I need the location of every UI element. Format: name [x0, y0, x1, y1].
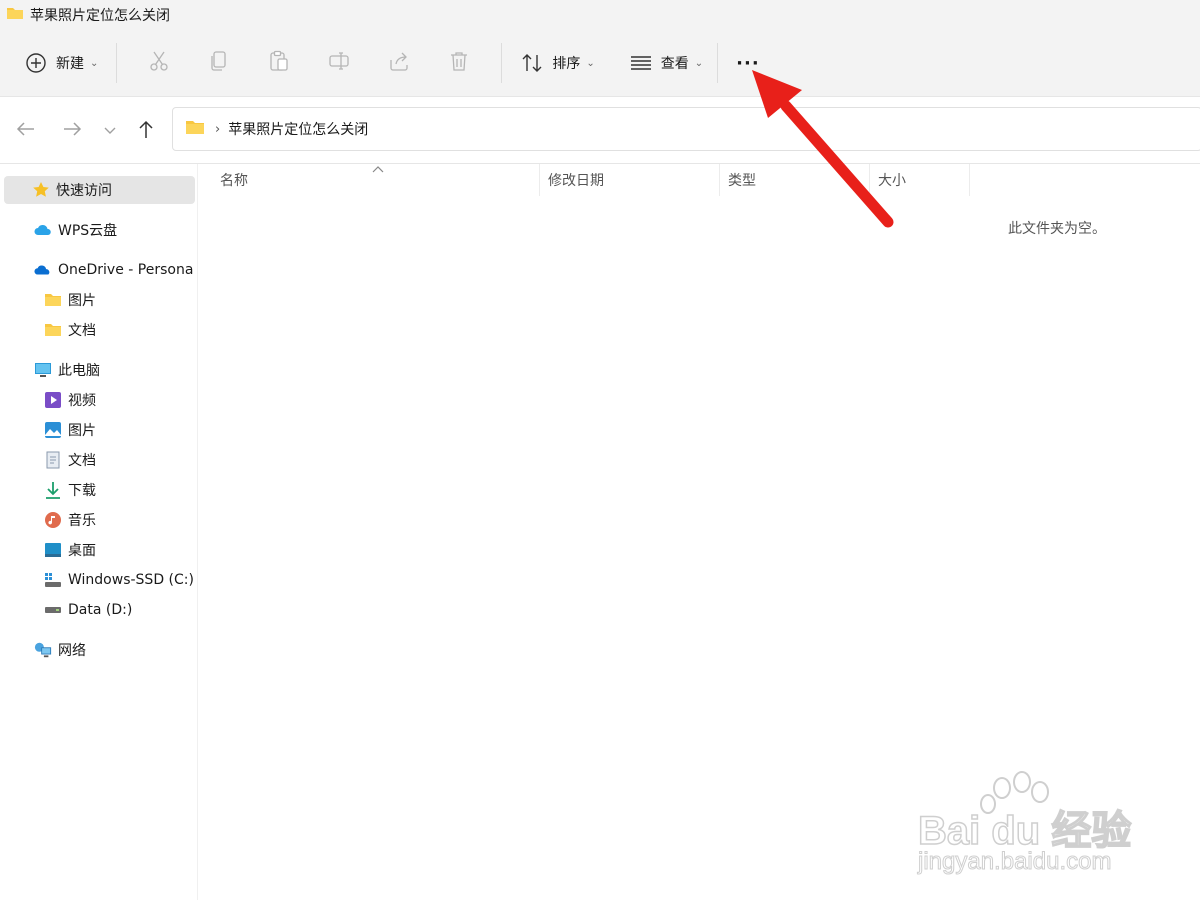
music-icon: [44, 511, 62, 529]
pictures-icon: [44, 421, 62, 439]
folder-icon: [44, 321, 62, 339]
sidebar-item-music[interactable]: 音乐: [0, 506, 196, 534]
sidebar-item-videos[interactable]: 视频: [0, 386, 196, 414]
empty-folder-message: 此文件夹为空。: [1008, 221, 1106, 237]
sidebar-item-this-pc[interactable]: 此电脑: [0, 356, 196, 384]
drive-d-icon: [44, 601, 62, 619]
chevron-down-icon: [104, 123, 116, 139]
watermark-url: jingyan.baidu.com: [917, 848, 1112, 876]
folder-icon: [44, 291, 62, 309]
sidebar-item-label: 图片: [68, 423, 96, 439]
up-button[interactable]: [134, 119, 158, 143]
sidebar-item-drive-c[interactable]: Windows-SSD (C:): [0, 566, 196, 594]
chevron-down-icon: ⌄: [694, 57, 704, 69]
view-button-label: 查看: [660, 56, 689, 72]
baidu-watermark: Bai du 经验 jingyan.baidu.com: [917, 770, 1158, 880]
sidebar-item-onedrive-documents[interactable]: 文档: [0, 316, 196, 344]
plus-circle-icon: [24, 51, 48, 75]
sidebar-item-downloads[interactable]: 下载: [0, 476, 196, 504]
arrow-left-icon: [16, 121, 36, 141]
sort-button[interactable]: 排序 ⌄: [520, 43, 595, 83]
sidebar-item-label: 文档: [68, 323, 96, 339]
forward-button[interactable]: [60, 119, 84, 143]
cloud-icon: [34, 221, 52, 239]
new-button[interactable]: 新建 ⌄: [24, 43, 98, 83]
sidebar-item-onedrive[interactable]: OneDrive - Persona: [0, 256, 196, 284]
rename-button[interactable]: [309, 43, 369, 83]
cut-button[interactable]: [129, 43, 189, 83]
sidebar-item-network[interactable]: 网络: [0, 636, 196, 664]
onedrive-icon: [34, 261, 52, 279]
download-icon: [44, 481, 62, 499]
trash-icon: [449, 50, 469, 76]
sidebar-item-onedrive-pictures[interactable]: 图片: [0, 286, 196, 314]
sidebar-item-documents[interactable]: 文档: [0, 446, 196, 474]
clipboard-icon: [268, 50, 290, 76]
column-header-label: 名称: [220, 173, 248, 189]
paste-button[interactable]: [249, 43, 309, 83]
folder-icon: [6, 5, 24, 25]
chevron-down-icon: ⌄: [90, 57, 99, 69]
sidebar-item-label: 视频: [68, 393, 96, 409]
sidebar-item-label: Data (D:): [68, 602, 133, 618]
sidebar-item-label: 桌面: [68, 543, 96, 559]
sidebar-item-label: 音乐: [68, 513, 96, 529]
monitor-icon: [34, 361, 52, 379]
scissors-icon: [149, 50, 169, 76]
arrow-right-icon: [62, 121, 82, 141]
sidebar-item-label: 下载: [68, 483, 96, 499]
delete-button[interactable]: [429, 43, 489, 83]
chevron-down-icon: ⌄: [586, 57, 595, 69]
folder-icon: [185, 119, 205, 139]
navigation-pane: 快速访问 WPS云盘 OneDrive - Persona 图片 文档 此电脑: [0, 164, 198, 900]
column-header-modified[interactable]: 修改日期: [540, 164, 720, 196]
share-icon: [388, 50, 410, 76]
sidebar-item-label: 快速访问: [56, 183, 112, 199]
sidebar-item-wps-cloud[interactable]: WPS云盘: [0, 216, 196, 244]
video-icon: [44, 391, 62, 409]
copy-button[interactable]: [189, 43, 249, 83]
desktop-icon: [44, 541, 62, 559]
sidebar-item-label: 图片: [68, 293, 96, 309]
chevron-right-icon: ›: [215, 121, 221, 137]
new-button-label: 新建: [56, 56, 84, 72]
drive-c-icon: [44, 571, 62, 589]
sidebar-item-label: 网络: [58, 643, 86, 659]
sidebar-item-quick-access[interactable]: 快速访问: [4, 176, 195, 204]
view-lines-icon: [629, 51, 653, 75]
red-arrow-annotation: [752, 70, 894, 228]
sort-button-label: 排序: [552, 56, 581, 72]
network-icon: [34, 641, 52, 659]
sidebar-item-label: WPS云盘: [58, 223, 118, 239]
toolbar-divider: [116, 43, 118, 83]
title-bar: 苹果照片定位怎么关闭: [0, 0, 1200, 30]
toolbar-divider: [717, 43, 719, 83]
sidebar-item-label: 此电脑: [58, 363, 100, 379]
rename-icon: [328, 50, 350, 76]
command-bar: 新建 ⌄ 排序 ⌄ 查看 ⌄ ···: [0, 30, 1200, 96]
view-button[interactable]: 查看 ⌄: [629, 43, 703, 83]
copy-icon: [209, 50, 229, 76]
share-button[interactable]: [369, 43, 429, 83]
document-icon: [44, 451, 62, 469]
sidebar-item-label: OneDrive - Persona: [58, 262, 194, 278]
toolbar-divider: [501, 43, 503, 83]
address-bar[interactable]: › 苹果照片定位怎么关闭: [172, 107, 1200, 151]
address-row: › 苹果照片定位怎么关闭: [0, 96, 1200, 164]
sidebar-item-drive-d[interactable]: Data (D:): [0, 596, 196, 624]
column-header-label: 修改日期: [548, 173, 604, 189]
back-button[interactable]: [14, 119, 38, 143]
sort-arrows-icon: [520, 51, 544, 75]
breadcrumb-current[interactable]: 苹果照片定位怎么关闭: [228, 119, 368, 139]
window-title: 苹果照片定位怎么关闭: [30, 8, 170, 24]
arrow-up-icon: [138, 119, 154, 143]
recent-locations-button[interactable]: [98, 119, 122, 143]
star-icon: [32, 181, 50, 199]
sidebar-item-label: 文档: [68, 453, 96, 469]
sidebar-item-label: Windows-SSD (C:): [68, 572, 194, 588]
sidebar-item-desktop[interactable]: 桌面: [0, 536, 196, 564]
sidebar-item-pictures[interactable]: 图片: [0, 416, 196, 444]
column-header-name[interactable]: 名称: [212, 164, 540, 196]
